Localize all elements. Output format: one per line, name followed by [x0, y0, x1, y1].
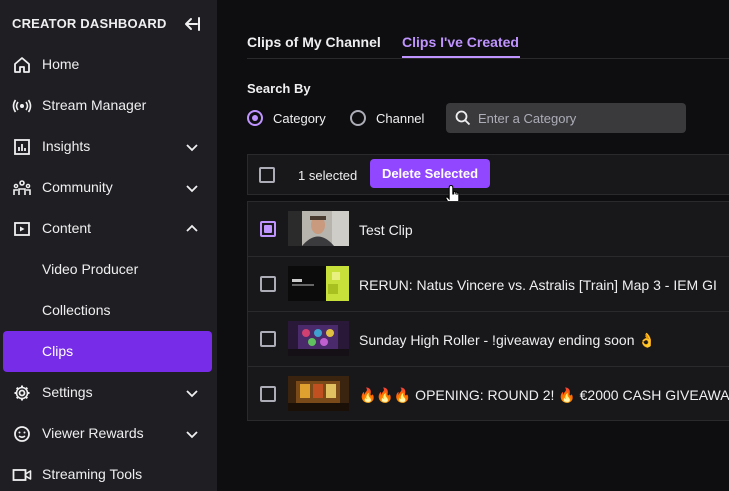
sidebar-item-label: Streaming Tools: [42, 466, 143, 482]
clips-toolbar: 1 selected Delete Selected: [247, 154, 729, 195]
broadcast-icon: [12, 96, 32, 116]
chevron-up-icon: [186, 224, 198, 232]
sidebar-title: CREATOR DASHBOARD: [12, 16, 167, 31]
category-radio-label[interactable]: Category: [273, 111, 326, 126]
clip-title[interactable]: 🔥🔥🔥 OPENING: ROUND 2! 🔥 €2000 CASH GIVEA…: [359, 387, 729, 404]
sidebar-header: CREATOR DASHBOARD: [0, 0, 217, 48]
clip-thumbnail[interactable]: [288, 321, 349, 356]
sidebar-item-video-producer[interactable]: Video Producer: [0, 249, 217, 290]
gear-icon: [12, 383, 32, 403]
clips-list: Test Clip RERUN: Natus Vincere vs. Astra…: [247, 201, 729, 421]
rewards-icon: [12, 424, 32, 444]
home-icon: [12, 55, 32, 75]
sidebar-item-label: Settings: [42, 384, 93, 400]
table-row[interactable]: RERUN: Natus Vincere vs. Astralis [Train…: [248, 257, 729, 312]
sidebar-item-community[interactable]: Community: [0, 167, 217, 208]
category-search-box: [446, 103, 686, 133]
camera-icon: [12, 465, 32, 485]
sidebar-item-content[interactable]: Content: [0, 208, 217, 249]
sidebar-item-insights[interactable]: Insights: [0, 126, 217, 167]
sidebar-item-stream-manager[interactable]: Stream Manager: [0, 85, 217, 126]
delete-selected-button[interactable]: Delete Selected: [370, 159, 490, 188]
sidebar-item-label: Clips: [42, 343, 74, 359]
active-tab-indicator: [402, 56, 520, 58]
sidebar-item-clips[interactable]: Clips: [3, 331, 212, 372]
channel-radio[interactable]: [350, 110, 366, 126]
sidebar-item-label: Insights: [42, 138, 91, 154]
clip-thumbnail[interactable]: [288, 266, 349, 301]
clip-thumbnail[interactable]: [288, 376, 349, 411]
chevron-down-icon: [186, 185, 198, 193]
chevron-down-icon: [186, 431, 198, 439]
table-row[interactable]: 🔥🔥🔥 OPENING: ROUND 2! 🔥 €2000 CASH GIVEA…: [248, 367, 729, 422]
search-icon: [455, 110, 471, 126]
sidebar-item-streaming-tools[interactable]: Streaming Tools: [0, 454, 217, 491]
sidebar-item-label: Content: [42, 220, 92, 236]
table-row[interactable]: Test Clip: [248, 202, 729, 257]
tab-clips-of-my-channel[interactable]: Clips of My Channel: [247, 34, 381, 50]
clip-title[interactable]: Test Clip: [359, 222, 413, 238]
row-checkbox[interactable]: [260, 386, 276, 402]
tab-clips-ive-created[interactable]: Clips I've Created: [402, 34, 519, 50]
row-checkbox[interactable]: [260, 276, 276, 292]
collapse-sidebar-icon[interactable]: [182, 14, 202, 34]
sidebar-item-collections[interactable]: Collections: [0, 290, 217, 331]
sidebar-item-label: Home: [42, 56, 80, 72]
category-radio[interactable]: [247, 110, 263, 126]
clip-title[interactable]: Sunday High Roller - !giveaway ending so…: [359, 332, 656, 349]
table-row[interactable]: Sunday High Roller - !giveaway ending so…: [248, 312, 729, 367]
sidebar-item-viewer-rewards[interactable]: Viewer Rewards: [0, 413, 217, 454]
clip-thumbnail[interactable]: [288, 211, 349, 246]
sidebar-item-settings[interactable]: Settings: [0, 372, 217, 413]
channel-radio-label[interactable]: Channel: [376, 111, 424, 126]
select-all-checkbox[interactable]: [259, 167, 275, 183]
row-checkbox[interactable]: [260, 331, 276, 347]
community-icon: [12, 178, 32, 198]
sidebar-item-label: Stream Manager: [42, 97, 147, 113]
chart-icon: [12, 137, 32, 157]
content-icon: [12, 219, 32, 239]
search-by-heading: Search By: [247, 81, 311, 96]
sidebar-item-label: Community: [42, 179, 113, 195]
tabs-divider: [247, 58, 729, 59]
selected-count: 1 selected: [298, 168, 358, 183]
sidebar-item-label: Collections: [42, 302, 111, 318]
chevron-down-icon: [186, 390, 198, 398]
sidebar: CREATOR DASHBOARD Home Stream Manager In…: [0, 0, 217, 491]
chevron-down-icon: [186, 144, 198, 152]
sidebar-item-home[interactable]: Home: [0, 44, 217, 85]
category-search-input[interactable]: [478, 103, 678, 133]
sidebar-item-label: Video Producer: [42, 261, 139, 277]
clip-title[interactable]: RERUN: Natus Vincere vs. Astralis [Train…: [359, 277, 717, 293]
row-checkbox[interactable]: [260, 221, 276, 237]
sidebar-item-label: Viewer Rewards: [42, 425, 144, 441]
